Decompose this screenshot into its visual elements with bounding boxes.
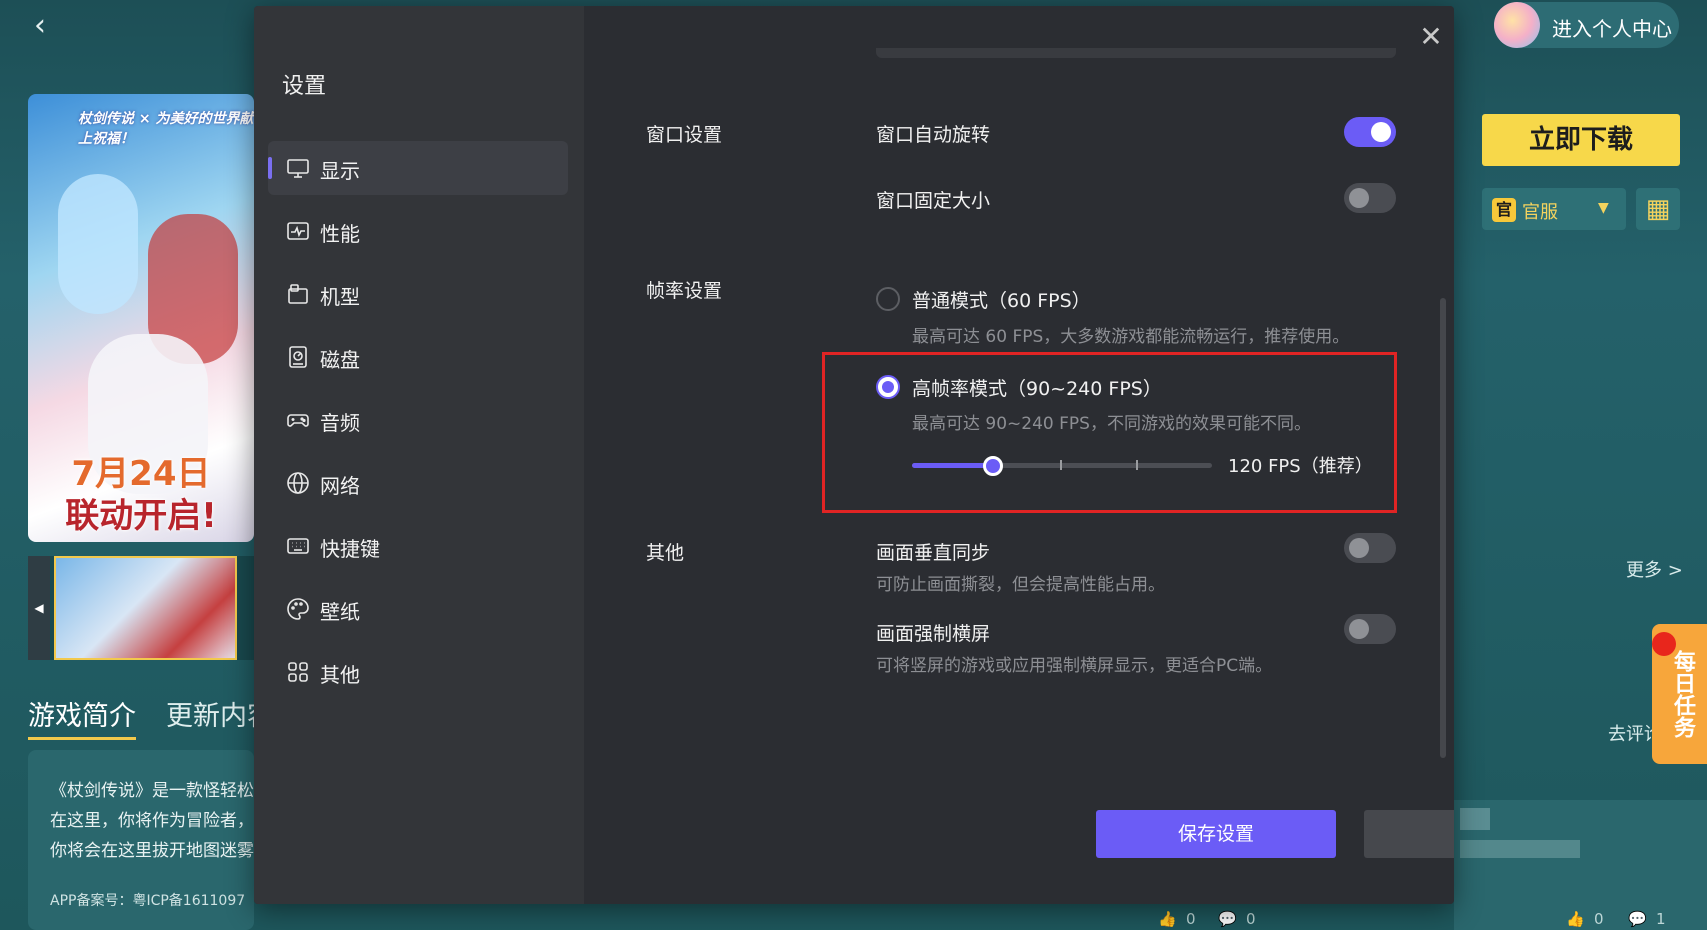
qr-code-icon[interactable]: ▦ [1636,188,1680,230]
settings-sidebar: 设置 显示 性能 机型 磁盘 音频 网络 快捷键 壁纸 其他 [254,6,584,904]
nav-label: 音频 [320,411,360,435]
nav-label: 机型 [320,285,360,309]
high-framerate-radio[interactable] [876,375,900,399]
description-line: 《杖剑传说》是一款怪轻松 [50,781,254,801]
cancel-button[interactable]: 取消 [1364,810,1454,858]
device-model-icon [286,282,310,306]
keyboard-icon [286,534,310,558]
vsync-toggle[interactable] [1344,533,1396,563]
nav-item-wallpaper[interactable]: 壁纸 [268,582,568,636]
fixed-size-toggle[interactable] [1344,183,1396,213]
nav-label: 其他 [320,663,360,687]
nav-label: 性能 [320,222,360,246]
normal-mode-desc: 最高可达 60 FPS，大多数游戏都能流畅运行，推荐使用。 [912,327,1350,347]
like-icon[interactable]: 👍 [1566,910,1585,928]
previous-section-edge [876,48,1396,58]
nav-label: 显示 [320,159,360,183]
comment-count: 0 [1246,910,1256,928]
nav-label: 磁盘 [320,348,360,372]
auto-rotate-toggle[interactable] [1344,117,1396,147]
settings-content: ✕ 窗口设置 窗口自动旋转 窗口固定大小 帧率设置 普通模式（60 FPS） 最… [584,6,1454,904]
banner-headline: 联动开启! [65,496,217,536]
description-line: 在这里，你将作为冒险者， [50,811,254,831]
notification-dot [1652,632,1676,656]
nav-item-shortcuts[interactable]: 快捷键 [268,519,568,573]
section-framerate-settings: 帧率设置 [646,280,723,302]
force-landscape-desc: 可将竖屏的游戏或应用强制横屏显示，更适合PC端。 [876,656,1273,676]
fps-slider-value: 120 FPS（推荐） [1228,456,1373,477]
nav-label: 网络 [320,474,360,498]
fps-slider-fill [912,463,993,468]
fps-slider[interactable] [912,456,1212,476]
official-badge-icon: 官 [1492,198,1516,222]
like-icon[interactable]: 👍 [1158,910,1177,928]
comment-icon[interactable]: 💬 [1218,910,1237,928]
comment-icon[interactable]: 💬 [1628,910,1647,928]
close-icon[interactable]: ✕ [1416,22,1446,52]
toggle-knob [1349,619,1369,639]
thumbnail-prev-icon[interactable]: ◀ [28,556,50,660]
nav-item-network[interactable]: 网络 [268,456,568,510]
download-button[interactable]: 立即下载 [1482,114,1680,166]
section-window-settings: 窗口设置 [646,124,723,146]
like-count: 0 [1594,910,1604,928]
gamepad-audio-icon [286,408,310,432]
nav-item-other[interactable]: 其他 [268,645,568,699]
toggle-knob [1349,538,1369,558]
nav-label: 壁纸 [320,600,360,624]
monitor-icon [286,156,310,180]
thumbnail-item[interactable] [54,556,237,660]
fps-slider-handle[interactable] [983,456,1003,476]
blurred-avatar [1460,808,1490,830]
disk-icon [286,345,310,369]
high-framerate-label[interactable]: 高帧率模式（90~240 FPS） [912,374,1162,401]
section-other-settings: 其他 [646,542,685,564]
vsync-label: 画面垂直同步 [876,542,991,564]
toggle-knob [1349,188,1369,208]
content-scrollbar[interactable] [1440,298,1446,758]
palette-icon [286,597,310,621]
vsync-desc: 可防止画面撕裂，但会提高性能占用。 [876,575,1165,595]
nav-label: 快捷键 [320,537,380,561]
description-line: 你将会在这里拔开地图迷雾 [50,841,254,861]
fps-slider-tick [1060,460,1062,470]
banner-logo: 杖剑传说 × 为美好的世界献上祝福！ [78,111,254,147]
nav-item-disk[interactable]: 磁盘 [268,330,568,384]
server-select-label: 官服 [1522,202,1558,223]
game-banner[interactable]: 杖剑传说 × 为美好的世界献上祝福！ 7月24日 联动开启! [28,94,254,542]
nav-item-audio[interactable]: 音频 [268,393,568,447]
auto-rotate-label: 窗口自动旋转 [876,124,991,146]
caret-down-icon: ▼ [1598,200,1609,216]
comment-count: 1 [1656,910,1666,928]
grid-icon [286,660,310,684]
tab-game-intro[interactable]: 游戏简介 [28,694,136,740]
high-framerate-desc: 最高可达 90~240 FPS，不同游戏的效果可能不同。 [912,414,1311,434]
settings-dialog: 设置 显示 性能 机型 磁盘 音频 网络 快捷键 壁纸 其他 ✕ 窗口设置 窗口… [254,6,1454,904]
more-link[interactable]: 更多 > [1626,556,1683,582]
chevron-left-icon[interactable]: ‹ [34,11,58,41]
save-button[interactable]: 保存设置 [1096,810,1336,858]
banner-art [58,174,138,314]
icp-record: APP备案号：粤ICP备1611097 [50,893,246,909]
avatar[interactable] [1494,2,1540,48]
dialog-title: 设置 [282,74,327,99]
normal-mode-radio[interactable] [876,287,900,311]
performance-icon [286,219,310,243]
blurred-username [1460,840,1580,858]
nav-item-performance[interactable]: 性能 [268,204,568,258]
fps-slider-tick [1136,460,1138,470]
nav-item-display[interactable]: 显示 [268,141,568,195]
force-landscape-label: 画面强制横屏 [876,623,991,645]
nav-item-device-model[interactable]: 机型 [268,267,568,321]
profile-center-label: 进入个人中心 [1552,17,1672,41]
toggle-knob [1371,122,1391,142]
globe-icon [286,471,310,495]
force-landscape-toggle[interactable] [1344,614,1396,644]
fixed-size-label: 窗口固定大小 [876,190,991,212]
normal-mode-label[interactable]: 普通模式（60 FPS） [912,286,1091,313]
like-count: 0 [1186,910,1196,928]
